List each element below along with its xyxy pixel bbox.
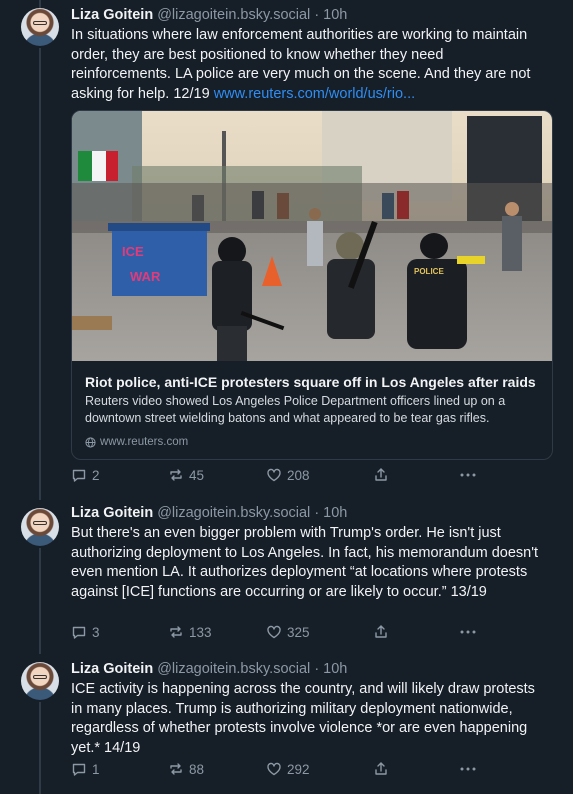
repost-count: 45 xyxy=(189,467,205,483)
reply-icon xyxy=(72,763,86,776)
reply-button[interactable]: 2 xyxy=(71,467,100,483)
like-icon xyxy=(267,625,281,639)
post-time[interactable]: · 10h xyxy=(314,661,347,677)
more-icon xyxy=(460,767,476,771)
post-actions: 1 88 292 xyxy=(71,761,551,781)
reply-button[interactable]: 3 xyxy=(71,624,100,640)
post-header: Liza Goitein @lizagoitein.bsky.social · … xyxy=(71,660,347,678)
repost-icon xyxy=(170,763,182,775)
more-icon xyxy=(460,630,476,634)
share-icon xyxy=(375,468,387,481)
repost-count: 133 xyxy=(189,624,212,640)
share-icon xyxy=(375,625,387,638)
reply-count: 2 xyxy=(92,467,100,483)
like-button[interactable]: 325 xyxy=(266,624,310,640)
avatar[interactable] xyxy=(21,8,59,46)
author-name[interactable]: Liza Goitein xyxy=(71,7,153,23)
post-text: In situations where law enforcement auth… xyxy=(71,26,546,104)
share-button[interactable] xyxy=(373,624,389,640)
avatar[interactable] xyxy=(21,662,59,700)
more-icon xyxy=(460,473,476,477)
like-icon xyxy=(267,468,281,482)
reply-icon xyxy=(72,626,86,639)
repost-count: 88 xyxy=(189,761,205,777)
card-image: ICE WAR POLICE xyxy=(72,111,552,361)
post-actions: 2 45 208 xyxy=(71,467,551,487)
author-name[interactable]: Liza Goitein xyxy=(71,505,153,521)
like-icon xyxy=(267,762,281,776)
graffiti-text: WAR xyxy=(130,269,161,284)
avatar[interactable] xyxy=(21,508,59,546)
post-text: But there's an even bigger problem with … xyxy=(71,525,539,600)
share-button[interactable] xyxy=(373,467,389,483)
card-domain[interactable]: www.reuters.com xyxy=(85,436,188,448)
globe-icon xyxy=(85,436,96,448)
repost-button[interactable]: 45 xyxy=(168,467,204,483)
like-count: 325 xyxy=(287,624,310,640)
card-domain-text: www.reuters.com xyxy=(100,436,189,448)
share-button[interactable] xyxy=(373,761,389,777)
repost-button[interactable]: 88 xyxy=(168,761,204,777)
vest-text: POLICE xyxy=(414,267,444,276)
repost-button[interactable]: 133 xyxy=(168,624,212,640)
like-count: 292 xyxy=(287,761,310,777)
post-actions: 3 133 325 xyxy=(71,624,551,644)
author-handle[interactable]: @lizagoitein.bsky.social xyxy=(157,7,310,23)
like-button[interactable]: 208 xyxy=(266,467,310,483)
graffiti-text: ICE xyxy=(122,244,144,259)
post-time[interactable]: · 10h xyxy=(314,505,347,521)
reply-count: 1 xyxy=(92,761,100,777)
author-handle[interactable]: @lizagoitein.bsky.social xyxy=(157,505,310,521)
post-header: Liza Goitein @lizagoitein.bsky.social · … xyxy=(71,6,347,24)
author-name[interactable]: Liza Goitein xyxy=(71,661,153,677)
more-button[interactable] xyxy=(459,624,477,640)
like-count: 208 xyxy=(287,467,310,483)
like-button[interactable]: 292 xyxy=(266,761,310,777)
repost-icon xyxy=(170,469,182,481)
card-title[interactable]: Riot police, anti-ICE protesters square … xyxy=(85,373,545,391)
link-card[interactable]: ICE WAR POLICE Riot police, anti-ICE pro… xyxy=(71,110,553,460)
post-12[interactable]: Liza Goitein @lizagoitein.bsky.social · … xyxy=(0,0,573,490)
more-button[interactable] xyxy=(459,761,477,777)
card-description: Reuters video showed Los Angeles Police … xyxy=(85,394,506,425)
post-14[interactable]: Liza Goitein @lizagoitein.bsky.social · … xyxy=(0,654,573,794)
reply-count: 3 xyxy=(92,624,100,640)
post-link[interactable]: www.reuters.com/world/us/rio... xyxy=(214,86,415,102)
repost-icon xyxy=(170,626,182,638)
more-button[interactable] xyxy=(459,467,477,483)
reply-button[interactable]: 1 xyxy=(71,761,100,777)
post-text: ICE activity is happening across the cou… xyxy=(71,681,535,756)
share-icon xyxy=(375,762,387,775)
post-time[interactable]: · 10h xyxy=(314,7,347,23)
post-13[interactable]: Liza Goitein @lizagoitein.bsky.social · … xyxy=(0,500,573,650)
author-handle[interactable]: @lizagoitein.bsky.social xyxy=(157,661,310,677)
reply-icon xyxy=(72,469,86,482)
post-header: Liza Goitein @lizagoitein.bsky.social · … xyxy=(71,504,347,522)
